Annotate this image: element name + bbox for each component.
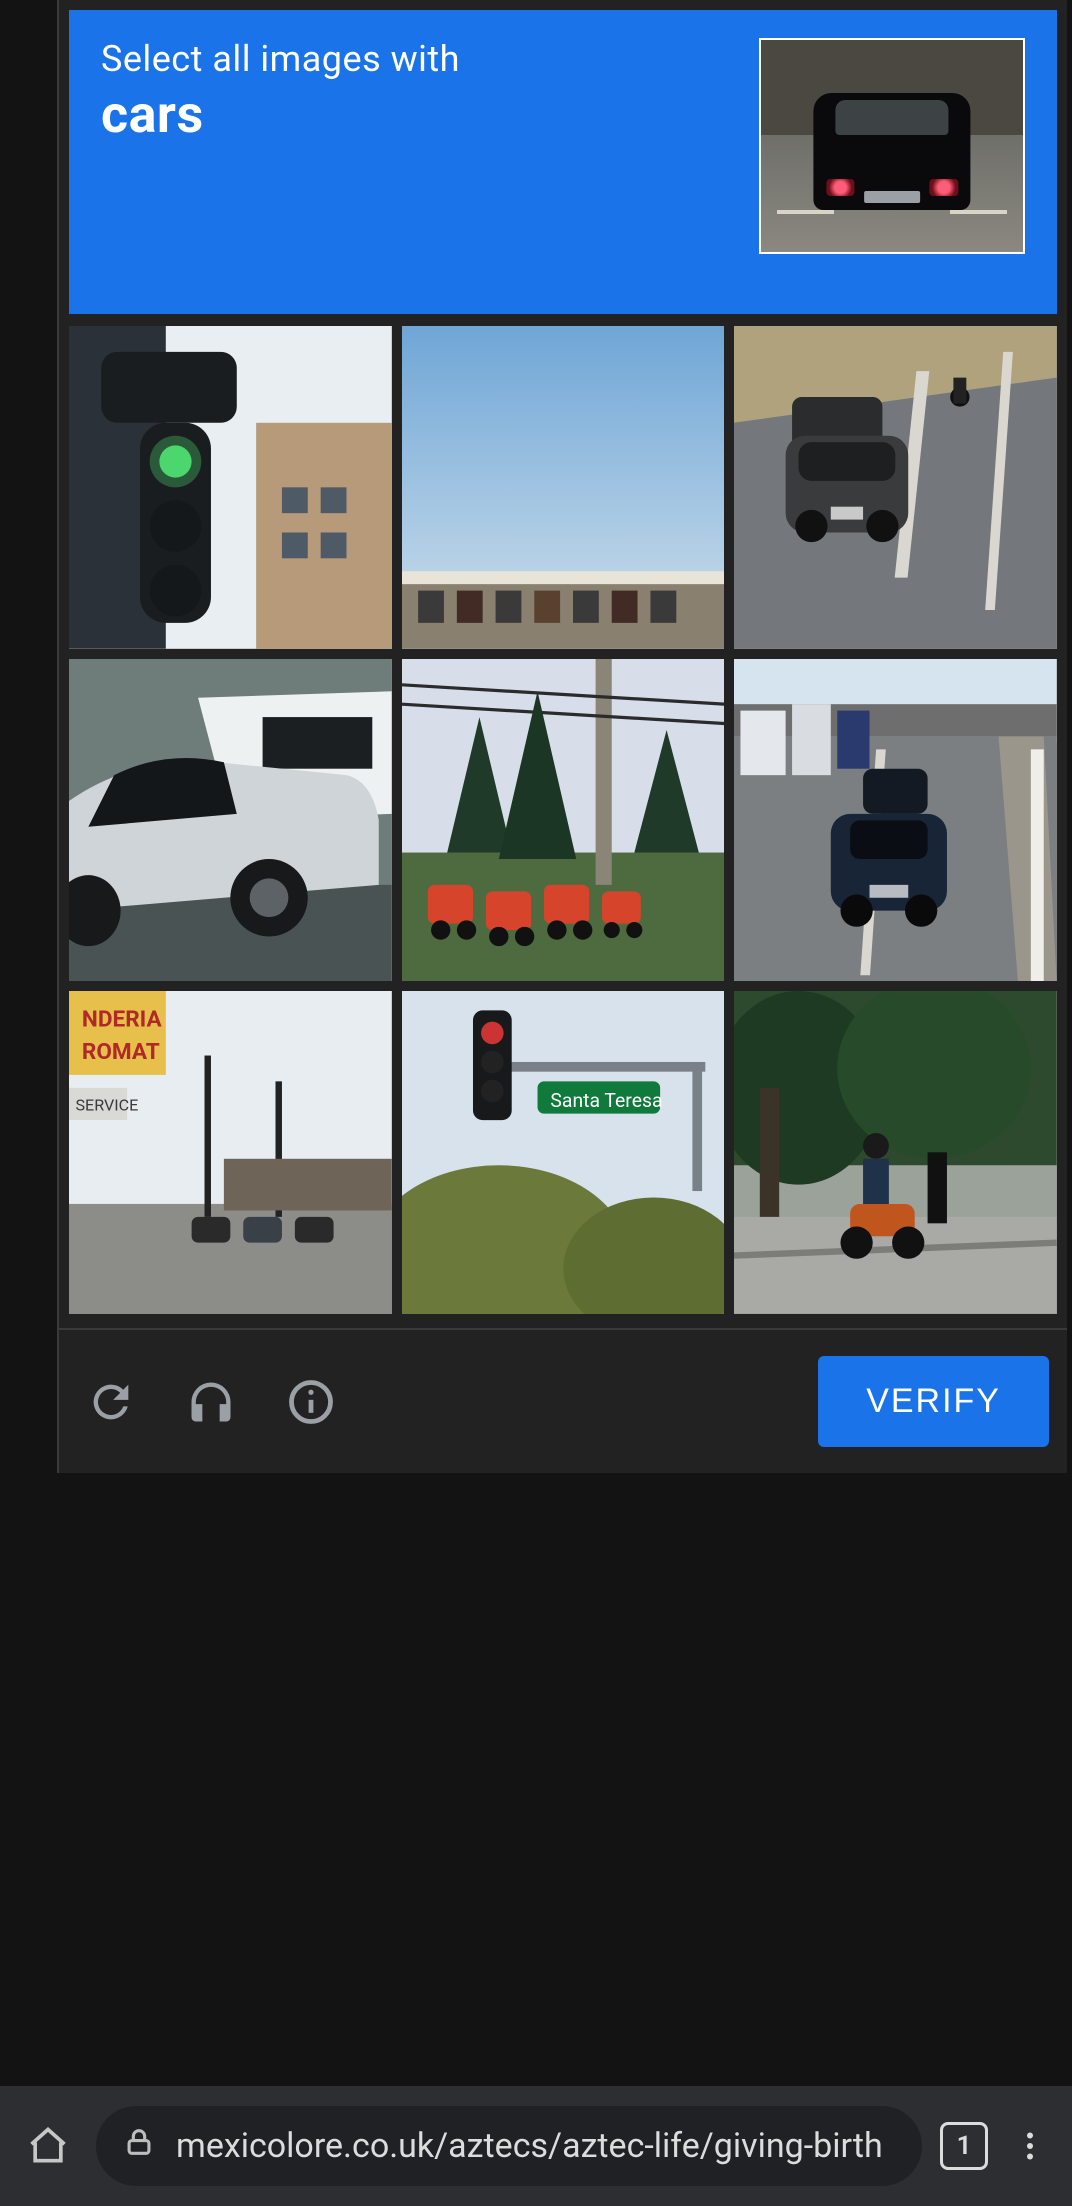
captcha-tile-8[interactable]: Santa Teresa: [402, 991, 725, 1314]
svg-text:Santa Teresa: Santa Teresa: [550, 1090, 662, 1113]
lock-icon: [122, 2125, 156, 2168]
captcha-tile-1[interactable]: [69, 326, 392, 649]
captcha-footer: VERIFY: [59, 1328, 1067, 1473]
url-bar[interactable]: mexicolore.co.uk/aztecs/aztec-life/givin…: [96, 2106, 922, 2186]
captcha-tile-6[interactable]: [734, 659, 1057, 982]
kebab-menu-icon[interactable]: [1006, 2116, 1054, 2176]
headphones-icon[interactable]: [179, 1370, 243, 1434]
captcha-tile-9[interactable]: [734, 991, 1057, 1314]
info-icon[interactable]: [279, 1370, 343, 1434]
tab-count[interactable]: 1: [940, 2122, 988, 2170]
captcha-tile-2[interactable]: [402, 326, 725, 649]
captcha-sample-image: [759, 38, 1025, 254]
verify-button[interactable]: VERIFY: [818, 1356, 1049, 1447]
captcha-prompt-target: cars: [101, 84, 735, 145]
url-text: mexicolore.co.uk/aztecs/aztec-life/givin…: [176, 2126, 883, 2166]
captcha-tile-3[interactable]: [734, 326, 1057, 649]
svg-text:ROMAT: ROMAT: [82, 1038, 160, 1065]
reload-icon[interactable]: [79, 1370, 143, 1434]
svg-text:SERVICE: SERVICE: [75, 1096, 138, 1115]
captcha-tile-5[interactable]: [402, 659, 725, 982]
home-icon[interactable]: [18, 2116, 78, 2176]
captcha-prompt-line: Select all images with: [101, 38, 735, 80]
captcha-tile-4[interactable]: [69, 659, 392, 982]
captcha-tile-7[interactable]: NDERIA ROMAT SERVICE: [69, 991, 392, 1314]
browser-navbar: mexicolore.co.uk/aztecs/aztec-life/givin…: [0, 2086, 1072, 2206]
captcha-container: Select all images with cars: [57, 0, 1067, 1473]
captcha-header: Select all images with cars: [69, 10, 1057, 314]
captcha-grid: NDERIA ROMAT SERVICE: [69, 326, 1057, 1314]
svg-text:NDERIA: NDERIA: [82, 1006, 163, 1033]
